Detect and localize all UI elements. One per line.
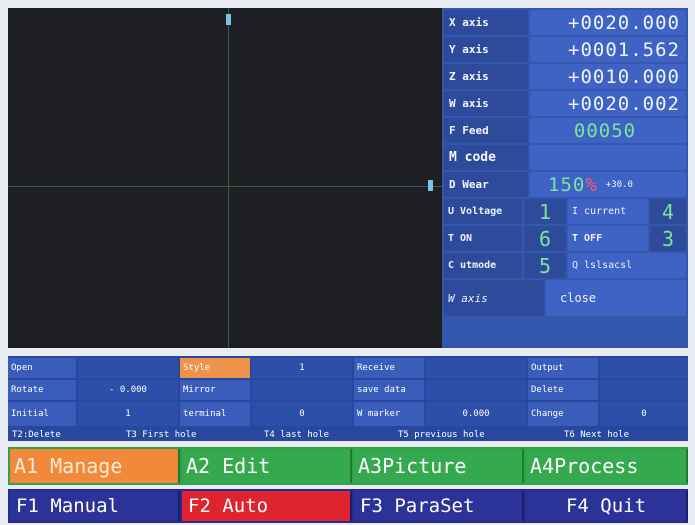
mode-picture-button[interactable]: A3Picture (354, 449, 524, 483)
change-label[interactable]: Change (528, 402, 598, 426)
paraset-button[interactable]: F3 ParaSet (354, 491, 524, 521)
toff-value[interactable]: 3 (650, 226, 686, 251)
z-axis-label: Z axis (444, 64, 528, 89)
rotate-label[interactable]: Rotate (8, 380, 76, 400)
auto-button[interactable]: F2 Auto (182, 491, 352, 521)
feed-label: F Feed (444, 118, 528, 143)
w-marker-label[interactable]: W marker (354, 402, 424, 426)
parameter-table: Open Style 1 Receive Output Rotate - 0.0… (8, 356, 688, 441)
current-value[interactable]: 4 (650, 199, 686, 224)
x-axis-label: X axis (444, 10, 528, 35)
shortcut-previous-hole[interactable]: T5 previous hole (398, 428, 558, 441)
dwear-unit: % (585, 173, 598, 196)
z-axis-value: +0010.000 (530, 64, 686, 89)
receive-value[interactable] (426, 358, 526, 378)
shortcut-last-hole[interactable]: T4 last hole (264, 428, 394, 441)
viewport-crosshair-vertical (228, 8, 229, 348)
rotate-value[interactable]: - 0.000 (78, 380, 178, 400)
function-bar: F1 Manual F2 Auto F3 ParaSet F4 Quit (8, 489, 688, 523)
lsalsaconsl-label: Q lslsacsl (568, 253, 686, 278)
mirror-label[interactable]: Mirror (180, 380, 250, 400)
save-data-label[interactable]: save data (354, 380, 424, 400)
voltage-value[interactable]: 1 (524, 199, 566, 224)
open-value[interactable] (78, 358, 178, 378)
dwear-label: D Wear (444, 172, 528, 197)
mirror-value[interactable] (252, 380, 352, 400)
cutmode-label: C utmode (444, 253, 522, 278)
x-axis-value: +0020.000 (530, 10, 686, 35)
initial-value[interactable]: 1 (78, 402, 178, 426)
shortcut-delete[interactable]: T2:Delete (12, 428, 122, 441)
terminal-value[interactable]: 0 (252, 402, 352, 426)
voltage-label: U Voltage (444, 199, 522, 224)
manual-button[interactable]: F1 Manual (10, 491, 180, 521)
output-label[interactable]: Output (528, 358, 598, 378)
quit-button[interactable]: F4 Quit (526, 491, 688, 521)
change-value[interactable]: 0 (600, 402, 688, 426)
shortcut-next-hole[interactable]: T6 Next hole (564, 428, 688, 441)
mode-manage-button[interactable]: A1 Manage (10, 449, 180, 483)
output-value[interactable] (600, 358, 688, 378)
current-label: I current (568, 199, 648, 224)
dwear-value-box: 150 % +30.0 (530, 172, 686, 197)
w-axis-mode-value[interactable]: close (546, 280, 686, 316)
cutmode-value[interactable]: 5 (524, 253, 566, 278)
feed-value: 00050 (530, 118, 686, 143)
w-axis-mode-label: W axis (444, 280, 544, 316)
save-data-value[interactable] (426, 380, 526, 400)
graphics-viewport[interactable] (8, 8, 442, 348)
delete-label[interactable]: Delete (528, 380, 598, 400)
top-marker-icon (226, 14, 231, 25)
w-marker-value[interactable]: 0.000 (426, 402, 526, 426)
shortcut-first-hole[interactable]: T3 First hole (126, 428, 260, 441)
ton-value[interactable]: 6 (524, 226, 566, 251)
mcode-label: M code (444, 145, 528, 170)
mcode-value (530, 145, 686, 170)
ton-label: T ON (444, 226, 522, 251)
mode-edit-button[interactable]: A2 Edit (182, 449, 352, 483)
viewport-crosshair-horizontal (8, 186, 442, 187)
cnc-control-screen: X axis +0020.000 Y axis +0001.562 Z axis… (0, 0, 695, 525)
style-label[interactable]: Style (180, 358, 250, 378)
mode-process-button[interactable]: A4Process (526, 449, 688, 483)
dwear-value: 150 (548, 173, 586, 196)
w-axis-label: W axis (444, 91, 528, 116)
toff-label: T OFF (568, 226, 648, 251)
mode-bar: A1 Manage A2 Edit A3Picture A4Process (8, 447, 688, 485)
terminal-label[interactable]: terminal (180, 402, 250, 426)
y-axis-label: Y axis (444, 37, 528, 62)
open-label[interactable]: Open (8, 358, 76, 378)
status-panel: X axis +0020.000 Y axis +0001.562 Z axis… (442, 8, 688, 348)
receive-label[interactable]: Receive (354, 358, 424, 378)
right-marker-icon (428, 180, 433, 191)
y-axis-value: +0001.562 (530, 37, 686, 62)
delete-value[interactable] (600, 380, 688, 400)
w-axis-value: +0020.002 (530, 91, 686, 116)
initial-label[interactable]: Initial (8, 402, 76, 426)
dwear-extra: +30.0 (605, 179, 633, 190)
style-value[interactable]: 1 (252, 358, 352, 378)
